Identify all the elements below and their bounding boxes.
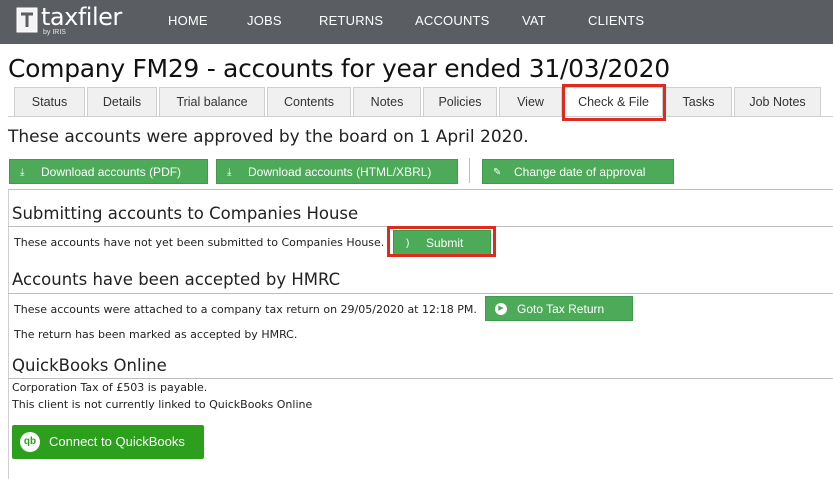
- tab-bar: Status Details Trial balance Contents No…: [0, 87, 833, 117]
- hmrc-accepted-text: The return has been marked as accepted b…: [14, 328, 298, 341]
- nav-jobs[interactable]: JOBS: [247, 13, 282, 28]
- corporation-tax-text: Corporation Tax of £503 is payable.: [12, 381, 208, 394]
- tab-status[interactable]: Status: [14, 87, 85, 116]
- quickbooks-section-title: QuickBooks Online: [12, 356, 167, 375]
- logo-wordmark: taxfiler: [41, 3, 122, 31]
- companies-house-status: These accounts have not yet been submitt…: [14, 236, 385, 249]
- tab-tasks[interactable]: Tasks: [665, 87, 732, 116]
- taxfiler-logo-mark: [16, 7, 38, 33]
- hmrc-attached-text: These accounts were attached to a compan…: [14, 303, 477, 316]
- nav-vat[interactable]: VAT: [522, 13, 546, 28]
- play-icon: ▶: [495, 303, 507, 315]
- section-divider: [8, 293, 833, 294]
- logo-subtitle: by IRIS: [43, 29, 66, 36]
- quickbooks-link-status: This client is not currently linked to Q…: [12, 398, 313, 411]
- content-left-border: [8, 190, 9, 479]
- quickbooks-icon: qb: [20, 432, 40, 452]
- tab-policies[interactable]: Policies: [423, 87, 497, 116]
- toolbar-separator: [469, 158, 470, 183]
- nav-returns[interactable]: RETURNS: [319, 13, 383, 28]
- nav-clients[interactable]: CLIENTS: [588, 13, 644, 28]
- tab-notes[interactable]: Notes: [353, 87, 421, 116]
- tab-bar-divider: [8, 116, 833, 117]
- submit-button[interactable]: ) Submit: [393, 230, 491, 255]
- tab-view[interactable]: View: [499, 87, 562, 116]
- section-divider: [8, 378, 833, 379]
- download-icon: ⤓: [20, 167, 25, 178]
- nav-home[interactable]: HOME: [168, 13, 208, 28]
- download-html-button[interactable]: ⤓ Download accounts (HTML/XBRL): [216, 159, 458, 184]
- tab-job-notes[interactable]: Job Notes: [734, 87, 821, 116]
- tab-trial-balance[interactable]: Trial balance: [159, 87, 265, 116]
- top-navigation-bar: taxfiler by IRIS HOME JOBS RETURNS ACCOU…: [0, 0, 833, 44]
- tab-details[interactable]: Details: [87, 87, 157, 116]
- rss-icon: ): [406, 238, 410, 249]
- download-pdf-button[interactable]: ⤓ Download accounts (PDF): [9, 159, 208, 184]
- connect-to-quickbooks-button[interactable]: qb Connect to QuickBooks: [12, 425, 204, 459]
- nav-accounts[interactable]: ACCOUNTS: [415, 13, 490, 28]
- change-approval-date-button[interactable]: ✎ Change date of approval: [482, 159, 674, 184]
- toolbar-divider: [8, 189, 833, 190]
- tab-contents[interactable]: Contents: [267, 87, 351, 116]
- taxfiler-logo[interactable]: taxfiler by IRIS: [16, 3, 122, 39]
- pencil-icon: ✎: [493, 167, 502, 178]
- download-icon: ⤓: [227, 167, 232, 178]
- hmrc-section-title: Accounts have been accepted by HMRC: [12, 270, 341, 289]
- page-title: Company FM29 - accounts for year ended 3…: [8, 54, 670, 83]
- companies-house-section-title: Submitting accounts to Companies House: [12, 204, 359, 223]
- tab-check-and-file[interactable]: Check & File: [564, 87, 663, 116]
- goto-tax-return-button[interactable]: ▶ Goto Tax Return: [485, 296, 633, 321]
- approval-status-text: These accounts were approved by the boar…: [8, 127, 529, 147]
- section-divider: [8, 226, 833, 227]
